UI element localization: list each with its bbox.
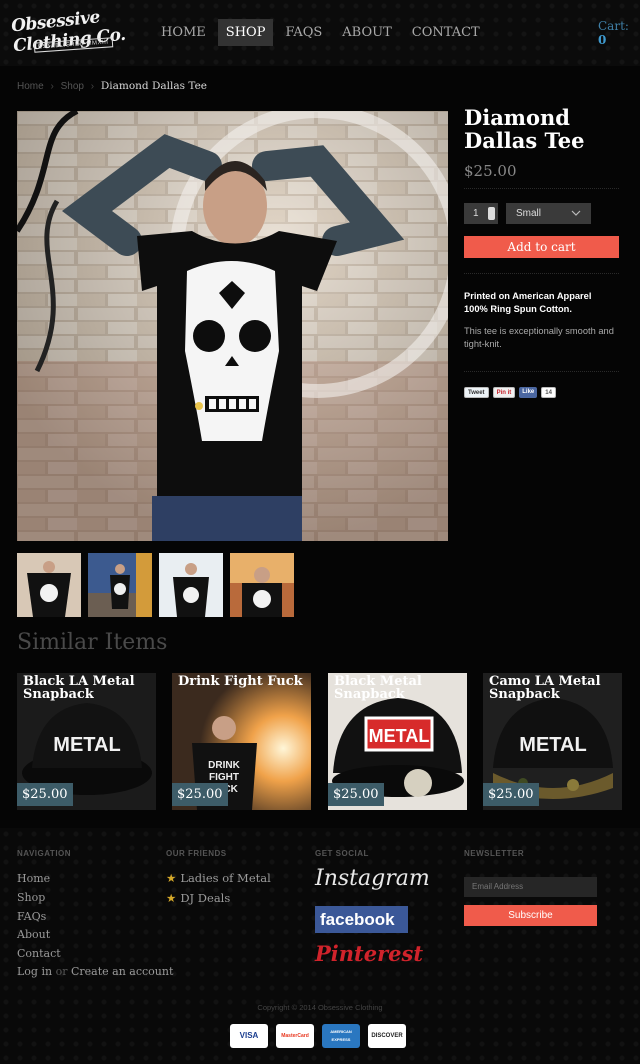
breadcrumb: Home › Shop › Diamond Dallas Tee	[17, 80, 207, 92]
nav-faqs[interactable]: FAQS	[277, 19, 330, 46]
svg-text:DRINK: DRINK	[208, 760, 240, 771]
thumbnail-photo	[230, 553, 294, 617]
spinner-icon[interactable]	[488, 207, 495, 220]
thumbnail-photo	[159, 553, 223, 617]
nav-shop[interactable]: SHOP	[217, 19, 274, 46]
similar-item-price: $25.00	[17, 783, 73, 806]
thumbnail-photo	[88, 553, 152, 617]
similar-item-name: Drink Fight Fuck	[178, 674, 303, 689]
size-select[interactable]: Small	[506, 203, 591, 224]
footer-link-faqs[interactable]: FAQs	[17, 910, 46, 923]
similar-item-name: Black Metal Snapback	[334, 674, 422, 702]
breadcrumb-separator: ›	[90, 81, 95, 92]
quantity-stepper[interactable]: 1	[464, 203, 498, 224]
mastercard-icon: MasterCard	[276, 1024, 314, 1048]
breadcrumb-home[interactable]: Home	[17, 81, 44, 92]
instagram-link[interactable]: Instagram	[315, 866, 430, 891]
friend-link-dj-deals[interactable]: ★ DJ Deals	[166, 891, 230, 905]
pinterest-link[interactable]: Pinterest	[315, 941, 423, 966]
subscribe-button[interactable]: Subscribe	[464, 905, 597, 926]
nav-home[interactable]: HOME	[153, 19, 214, 46]
breadcrumb-shop[interactable]: Shop	[61, 81, 84, 92]
share-buttons: Tweet Pin it Like 14	[464, 387, 560, 398]
cart-count: 0	[598, 33, 607, 47]
create-account-link[interactable]: Create an account	[71, 965, 173, 978]
thumbnail-4[interactable]	[230, 553, 294, 617]
quantity-value: 1	[473, 208, 479, 219]
thumbnail-1[interactable]	[17, 553, 81, 617]
nav-contact[interactable]: CONTACT	[404, 19, 488, 46]
similar-item-price: $25.00	[483, 783, 539, 806]
thumbnail-photo	[17, 553, 81, 617]
svg-text:METAL: METAL	[519, 734, 586, 756]
pin-it-button[interactable]: Pin it	[492, 387, 516, 398]
like-count: 14	[541, 387, 556, 398]
divider	[464, 371, 619, 372]
footer-navigation-heading: NAVIGATION	[17, 849, 72, 858]
friend-label: Ladies of Metal	[180, 871, 271, 885]
main-nav: HOME SHOP FAQS ABOUT CONTACT	[153, 19, 492, 46]
product-description: This tee is exceptionally smooth and tig…	[464, 326, 614, 349]
cart-link[interactable]: Cart: 0	[598, 19, 640, 47]
star-icon: ★	[166, 871, 177, 885]
similar-item-price: $25.00	[328, 783, 384, 806]
chevron-down-icon	[571, 210, 581, 216]
divider	[464, 188, 619, 189]
payment-cards: VISA MasterCard AMERICAN EXPRESS DISCOVE…	[230, 1024, 414, 1048]
similar-items-heading: Similar Items	[17, 630, 168, 655]
svg-text:METAL: METAL	[369, 726, 430, 746]
footer-link-about[interactable]: About	[17, 928, 50, 941]
breadcrumb-current: Diamond Dallas Tee	[100, 80, 207, 92]
footer-newsletter-heading: NEWSLETTER	[464, 849, 525, 858]
similar-item-card[interactable]: METAL Black LA Metal Snapback $25.00	[17, 673, 156, 810]
nav-about[interactable]: ABOUT	[334, 19, 399, 46]
similar-item-card[interactable]: METAL Black Metal Snapback $25.00	[328, 673, 467, 810]
star-icon: ★	[166, 891, 177, 905]
thumbnail-3[interactable]	[159, 553, 223, 617]
svg-text:FIGHT: FIGHT	[209, 772, 239, 783]
product-photo	[17, 111, 448, 541]
product-description-bold: Printed on American Apparel 100% Ring Sp…	[464, 290, 624, 316]
footer-link-contact[interactable]: Contact	[17, 947, 61, 960]
similar-item-name: Black LA Metal Snapback	[23, 674, 135, 702]
friend-link-ladies-of-metal[interactable]: ★ Ladies of Metal	[166, 871, 271, 885]
site-logo[interactable]: Obsessive Clothing Co. ESTABLISHED MMXII…	[10, 6, 136, 58]
login-link[interactable]: Log in	[17, 965, 52, 978]
tweet-button[interactable]: Tweet	[464, 387, 489, 398]
amex-card-icon: AMERICAN EXPRESS	[322, 1024, 360, 1048]
divider	[464, 273, 619, 274]
similar-item-card[interactable]: METAL Camo LA Metal Snapback $25.00	[483, 673, 622, 810]
cart-label: Cart:	[598, 19, 629, 33]
similar-item-price: $25.00	[172, 783, 228, 806]
size-selected: Small	[516, 208, 542, 219]
product-main-image[interactable]	[17, 111, 448, 541]
product-title: Diamond Dallas Tee	[464, 105, 585, 153]
footer-link-home[interactable]: Home	[17, 872, 50, 885]
facebook-link[interactable]: facebook	[315, 906, 408, 933]
footer-friends-heading: OUR FRIENDS	[166, 849, 227, 858]
product-price: $25.00	[464, 162, 517, 180]
discover-card-icon: DISCOVER	[368, 1024, 406, 1048]
breadcrumb-separator: ›	[50, 81, 54, 92]
footer-social-heading: GET SOCIAL	[315, 849, 369, 858]
facebook-like-button[interactable]: Like	[519, 387, 538, 398]
footer-account-links: Log in or Create an account	[17, 965, 173, 978]
svg-text:METAL: METAL	[53, 734, 120, 756]
similar-item-card[interactable]: DRINK FIGHT FUCK Drink Fight Fuck $25.00	[172, 673, 311, 810]
add-to-cart-button[interactable]: Add to cart	[464, 236, 619, 258]
product-thumbnails	[17, 553, 301, 617]
description-line-2: 100% Ring Spun Cotton.	[464, 304, 572, 314]
similar-item-name: Camo LA Metal Snapback	[489, 674, 601, 702]
thumbnail-2[interactable]	[88, 553, 152, 617]
or-text: or	[55, 965, 68, 978]
footer-link-shop[interactable]: Shop	[17, 891, 45, 904]
copyright: Copyright © 2014 Obsessive Clothing	[257, 1003, 383, 1012]
description-line-1: Printed on American Apparel	[464, 291, 592, 301]
newsletter-email-input[interactable]	[464, 877, 597, 897]
site-header: Obsessive Clothing Co. ESTABLISHED MMXII…	[0, 0, 640, 66]
friend-label: DJ Deals	[180, 891, 231, 905]
visa-card-icon: VISA	[230, 1024, 268, 1048]
